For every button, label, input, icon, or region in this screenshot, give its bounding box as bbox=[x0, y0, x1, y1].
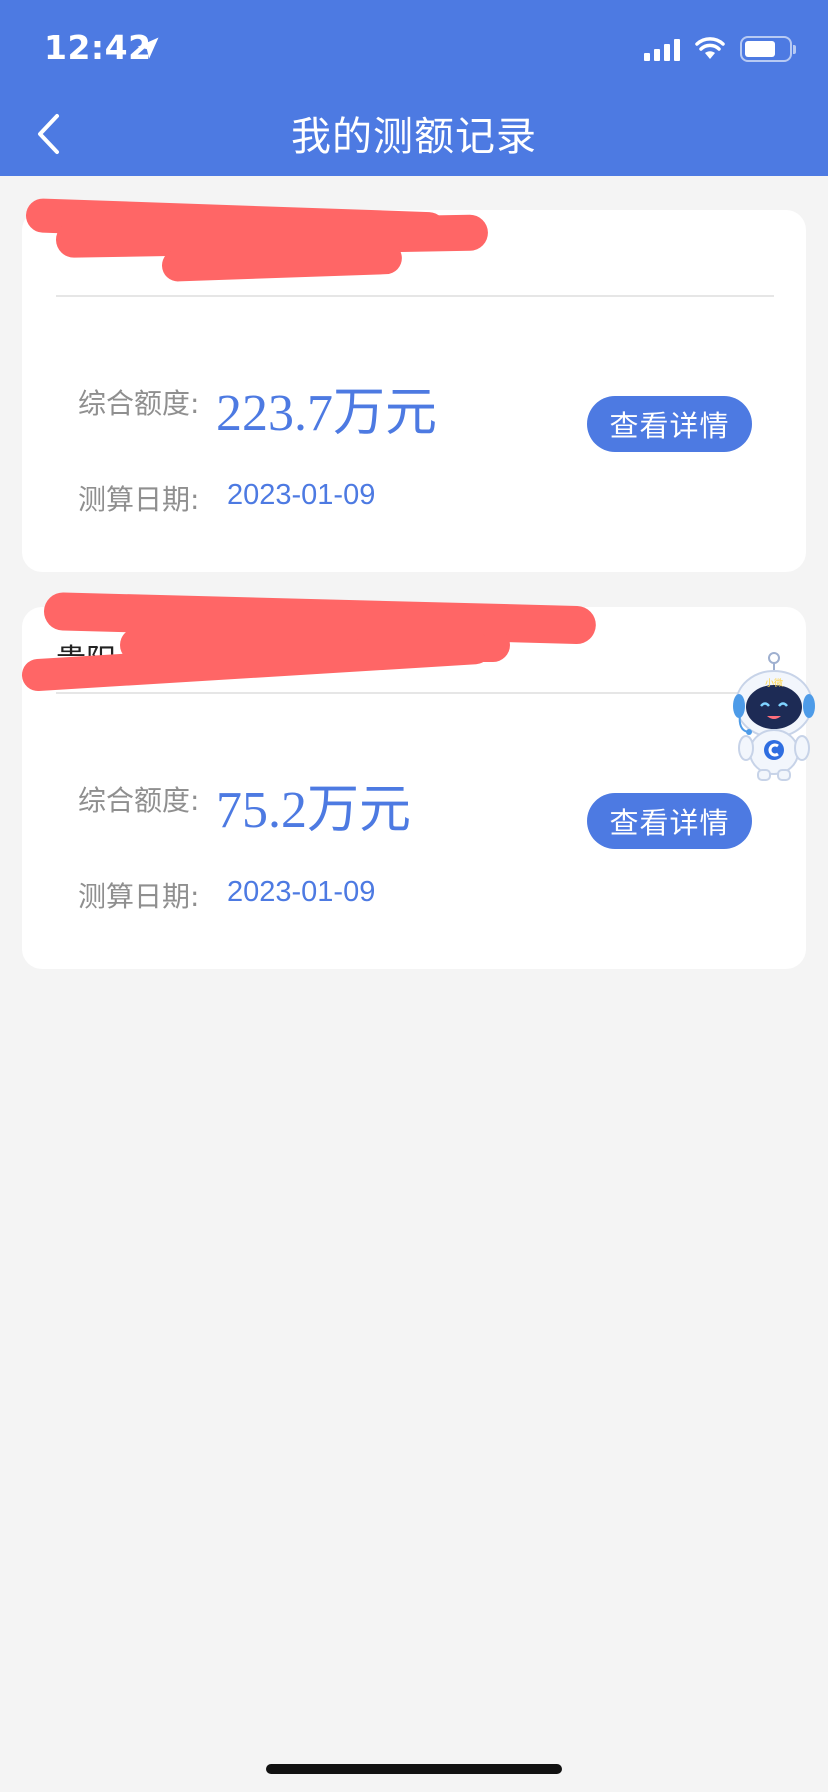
page-title: 我的测额记录 bbox=[291, 114, 537, 160]
date-value: 2023-01-09 bbox=[227, 876, 376, 908]
view-details-button[interactable]: 查看详情 bbox=[587, 793, 752, 849]
home-indicator bbox=[266, 1764, 562, 1774]
location-arrow-icon bbox=[137, 37, 159, 59]
card-divider bbox=[56, 692, 774, 694]
amount-value: 223.7万元 bbox=[216, 385, 438, 442]
record-card: 综合额度: 223.7万元 测算日期: 2023-01-09 查看详情 bbox=[22, 210, 806, 572]
app-header: 12:42 我的测额记录 bbox=[0, 0, 828, 176]
card-divider bbox=[56, 295, 774, 297]
robot-assistant-icon[interactable]: 小微 bbox=[728, 652, 820, 784]
date-value: 2023-01-09 bbox=[227, 479, 376, 511]
battery-icon bbox=[740, 36, 796, 62]
view-details-button[interactable]: 查看详情 bbox=[587, 396, 752, 452]
date-label: 测算日期: bbox=[78, 483, 200, 516]
date-label: 测算日期: bbox=[78, 880, 200, 913]
amount-label: 综合额度: bbox=[78, 784, 200, 817]
amount-value: 75.2万元 bbox=[216, 782, 412, 839]
amount-label: 综合额度: bbox=[78, 387, 200, 420]
cellular-signal-icon bbox=[644, 37, 680, 61]
assistant-badge: 小微 bbox=[765, 677, 783, 689]
status-icons bbox=[644, 34, 796, 64]
wifi-icon bbox=[695, 37, 725, 59]
